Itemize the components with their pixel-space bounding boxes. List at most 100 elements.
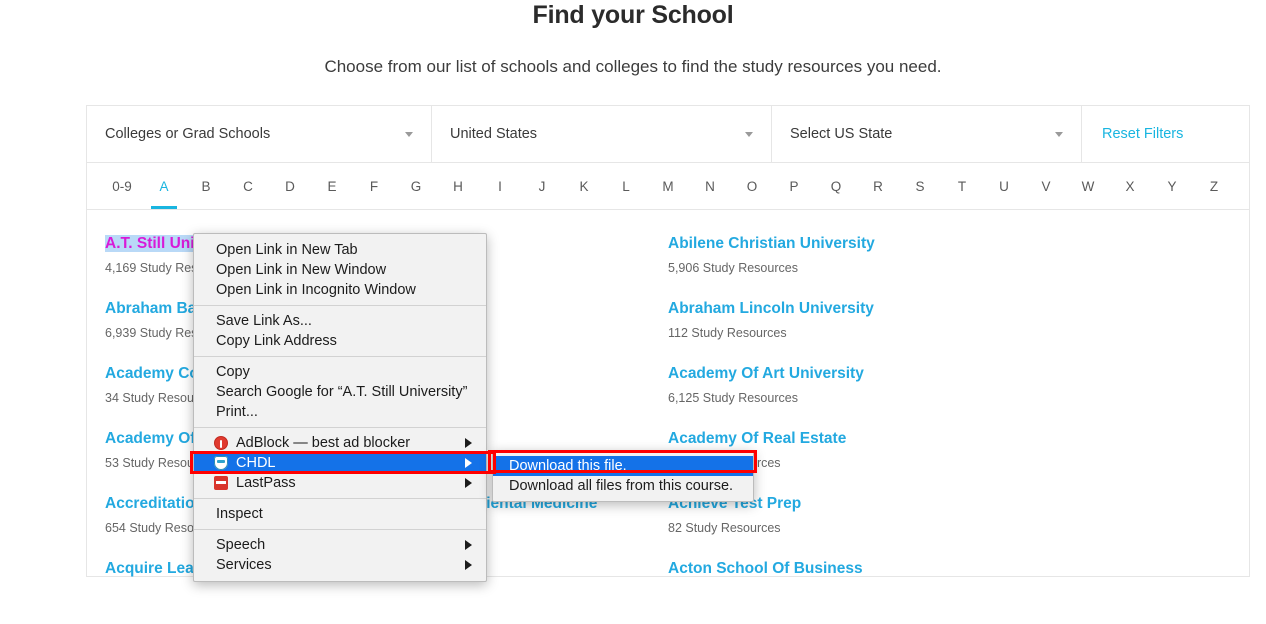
alpha-item-m[interactable]: M <box>647 163 689 209</box>
school-link[interactable]: Academy Of Art University <box>668 365 864 382</box>
menu-group: Inspect <box>194 504 486 524</box>
menu-item[interactable]: LastPass <box>194 473 486 493</box>
menu-item-label: Copy Link Address <box>216 333 337 349</box>
menu-item[interactable]: Speech <box>194 535 486 555</box>
menu-item[interactable]: AdBlock — best ad blocker <box>194 433 486 453</box>
alpha-item-k[interactable]: K <box>563 163 605 209</box>
chevron-right-icon <box>465 458 472 468</box>
menu-item[interactable]: Print... <box>194 402 486 422</box>
country-select[interactable]: United States <box>432 106 772 162</box>
alpha-item-i[interactable]: I <box>479 163 521 209</box>
alpha-item-h[interactable]: H <box>437 163 479 209</box>
alpha-item-f[interactable]: F <box>353 163 395 209</box>
alpha-item-label: W <box>1081 178 1095 194</box>
chevron-right-icon <box>465 540 472 550</box>
alpha-item-d[interactable]: D <box>269 163 311 209</box>
school-link[interactable]: Acton School Of Business <box>668 560 863 577</box>
menu-item[interactable]: Open Link in New Window <box>194 260 486 280</box>
alpha-item-label: T <box>957 178 967 194</box>
adblock-icon <box>214 436 228 450</box>
menu-item-label: Save Link As... <box>216 313 312 329</box>
menu-group: Open Link in New Tab Open Link in New Win… <box>194 240 486 300</box>
menu-item[interactable]: Save Link As... <box>194 311 486 331</box>
alpha-item-z[interactable]: Z <box>1193 163 1235 209</box>
alpha-item-label: Y <box>1167 178 1177 194</box>
alpha-item-label: I <box>498 178 502 194</box>
page-title: Find your School <box>532 1 734 29</box>
menu-item[interactable]: Services <box>194 555 486 575</box>
alpha-item-label: D <box>285 178 295 194</box>
chdl-submenu[interactable]: Download this file. Download all files fr… <box>492 450 754 502</box>
chevron-down-icon <box>1055 132 1063 137</box>
school-type-select[interactable]: Colleges or Grad Schools <box>87 106 432 162</box>
menu-item[interactable]: Open Link in Incognito Window <box>194 280 486 300</box>
alpha-item-n[interactable]: N <box>689 163 731 209</box>
alpha-item-l[interactable]: L <box>605 163 647 209</box>
alpha-item-label: A <box>159 178 169 194</box>
alpha-item-label: H <box>453 178 463 194</box>
menu-separator <box>194 356 486 357</box>
menu-item-label: CHDL <box>236 455 276 471</box>
menu-item-label: Open Link in New Tab <box>216 242 358 258</box>
alpha-item-label: K <box>579 178 589 194</box>
menu-item[interactable]: Copy Link Address <box>194 331 486 351</box>
chevron-down-icon <box>745 132 753 137</box>
chevron-right-icon <box>465 438 472 448</box>
reset-filters-cell: Reset Filters <box>1082 106 1249 162</box>
alpha-item-label: V <box>1041 178 1051 194</box>
menu-item[interactable]: CHDL <box>194 453 486 473</box>
alpha-item-label: L <box>622 178 630 194</box>
chevron-down-icon <box>405 132 413 137</box>
alpha-item-label: R <box>873 178 883 194</box>
menu-separator <box>194 498 486 499</box>
submenu-item[interactable]: Download this file. <box>493 456 753 476</box>
alpha-item-b[interactable]: B <box>185 163 227 209</box>
menu-item[interactable]: Inspect <box>194 504 486 524</box>
alpha-item-e[interactable]: E <box>311 163 353 209</box>
submenu-item[interactable]: Download all files from this course. <box>493 476 753 496</box>
menu-item-label: Copy <box>216 364 250 380</box>
alpha-item-label: J <box>538 178 546 194</box>
menu-separator <box>194 427 486 428</box>
school-link[interactable]: Abilene Christian University <box>668 235 875 252</box>
menu-item[interactable]: Open Link in New Tab <box>194 240 486 260</box>
alpha-item-label: Q <box>830 178 842 194</box>
school-resource-count: 5,906 Study Resources <box>668 261 798 275</box>
school-list-item: Abilene Christian University 5,906 Study … <box>668 234 1249 299</box>
browser-context-menu[interactable]: Open Link in New Tab Open Link in New Win… <box>193 233 487 582</box>
alpha-item-w[interactable]: W <box>1067 163 1109 209</box>
menu-item-label: Search Google for “A.T. Still University… <box>216 384 468 400</box>
chdl-shield-icon <box>214 456 228 470</box>
alpha-item-g[interactable]: G <box>395 163 437 209</box>
menu-separator <box>194 305 486 306</box>
lastpass-icon <box>214 476 228 490</box>
alpha-item-r[interactable]: R <box>857 163 899 209</box>
alpha-item-u[interactable]: U <box>983 163 1025 209</box>
alpha-item-c[interactable]: C <box>227 163 269 209</box>
alpha-item-s[interactable]: S <box>899 163 941 209</box>
alpha-item-a[interactable]: A <box>143 163 185 209</box>
alpha-item-j[interactable]: J <box>521 163 563 209</box>
alpha-item-x[interactable]: X <box>1109 163 1151 209</box>
menu-separator <box>194 529 486 530</box>
alpha-item-t[interactable]: T <box>941 163 983 209</box>
state-select[interactable]: Select US State <box>772 106 1082 162</box>
menu-item[interactable]: Copy <box>194 362 486 382</box>
alpha-item-p[interactable]: P <box>773 163 815 209</box>
alpha-item-q[interactable]: Q <box>815 163 857 209</box>
alpha-item-o[interactable]: O <box>731 163 773 209</box>
menu-item[interactable]: Search Google for “A.T. Still University… <box>194 382 486 402</box>
reset-filters-button[interactable]: Reset Filters <box>1102 126 1183 142</box>
chevron-right-icon <box>465 560 472 570</box>
alpha-item-label: P <box>789 178 799 194</box>
menu-item-label: Open Link in New Window <box>216 262 387 278</box>
alpha-item-y[interactable]: Y <box>1151 163 1193 209</box>
menu-item-label: Open Link in Incognito Window <box>216 282 416 298</box>
alpha-item-label: F <box>369 178 379 194</box>
menu-group: Save Link As... Copy Link Address <box>194 311 486 351</box>
school-link[interactable]: Abraham Lincoln University <box>668 300 874 317</box>
alpha-item-0-9[interactable]: 0-9 <box>101 163 143 209</box>
alpha-item-v[interactable]: V <box>1025 163 1067 209</box>
school-link[interactable]: Academy Of Real Estate <box>668 430 846 447</box>
school-list-item: Acton School Of Business <box>668 559 1249 624</box>
